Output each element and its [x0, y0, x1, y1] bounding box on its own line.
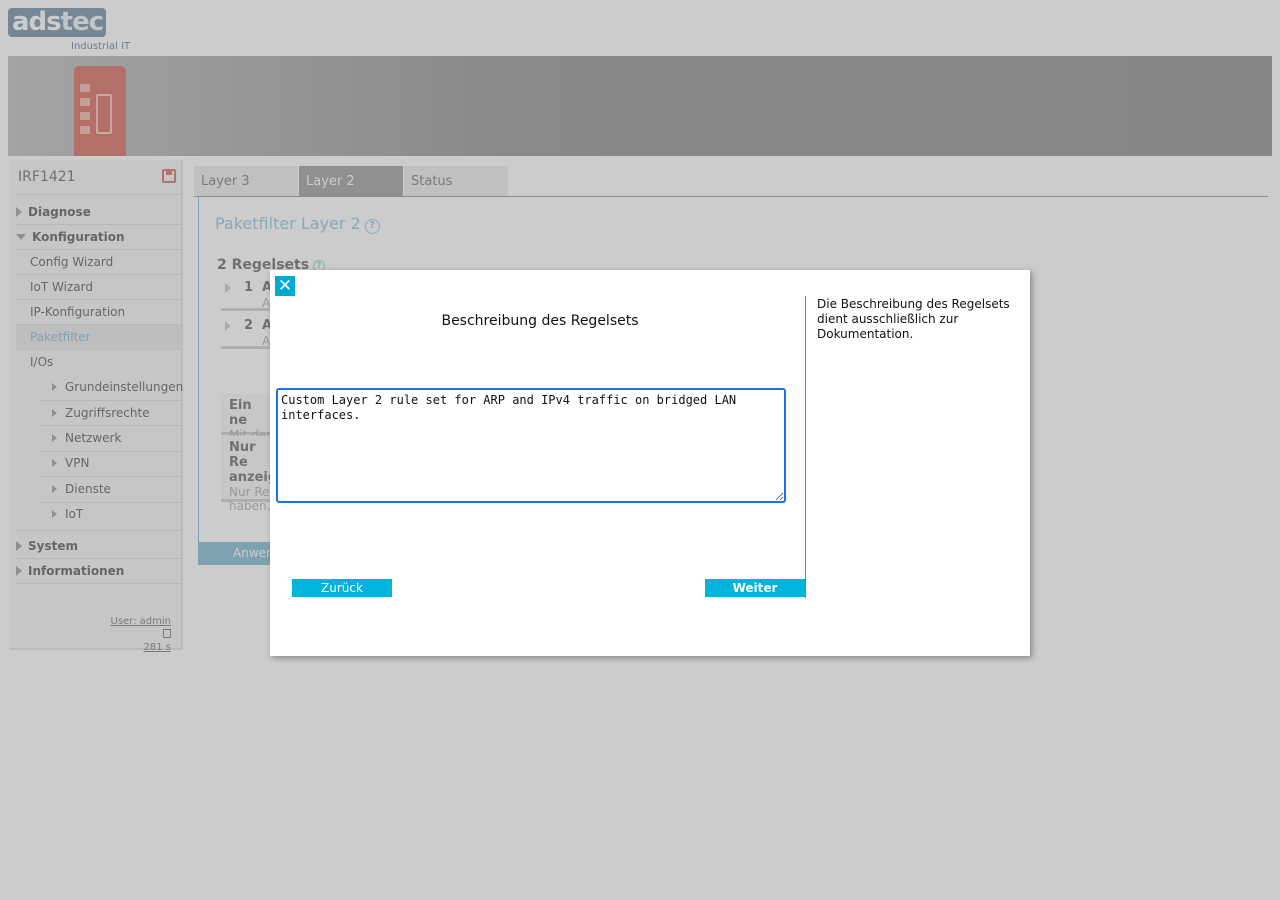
- ruleset-description-dialog: ✕ Beschreibung des Regelsets Zurück Weit…: [270, 270, 1030, 656]
- dialog-help-text: Die Beschreibung des Regelsets dient aus…: [817, 297, 1010, 341]
- close-icon[interactable]: ✕: [275, 276, 295, 296]
- dialog-form-panel: Beschreibung des Regelsets Zurück Weiter: [270, 296, 806, 598]
- next-button[interactable]: Weiter: [705, 579, 805, 597]
- dialog-heading: Beschreibung des Regelsets: [441, 313, 639, 329]
- ruleset-description-input[interactable]: [276, 388, 786, 503]
- back-button[interactable]: Zurück: [292, 579, 392, 597]
